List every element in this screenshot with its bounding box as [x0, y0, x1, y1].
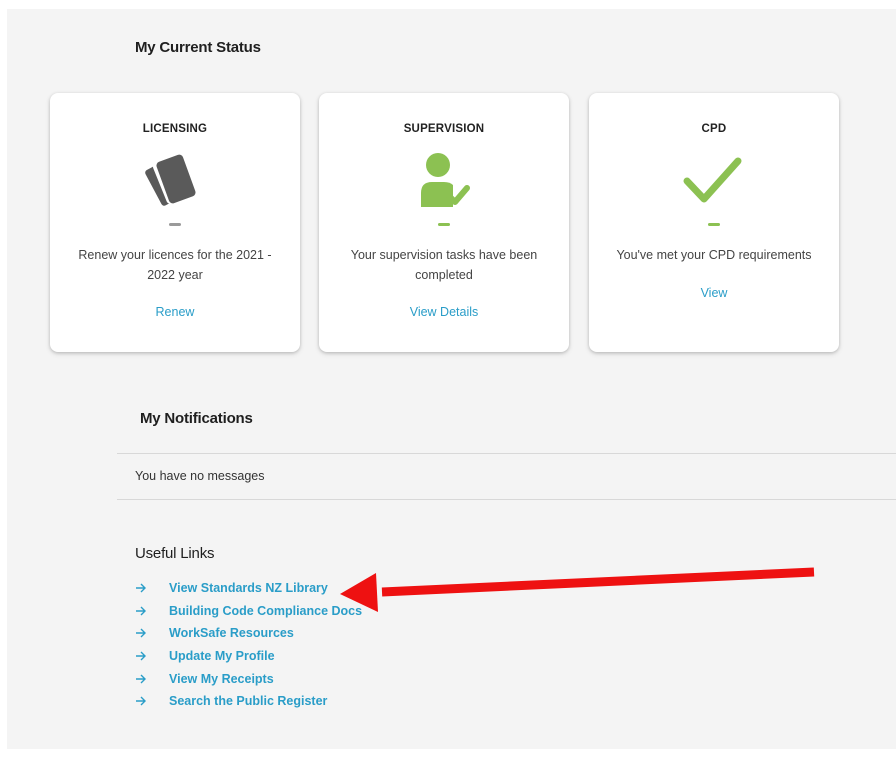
arrow-right-icon: [136, 674, 146, 684]
notifications-title: My Notifications: [140, 410, 253, 427]
useful-links-title: Useful Links: [135, 545, 215, 562]
link-label[interactable]: WorkSafe Resources: [169, 626, 294, 640]
card-text: You've met your CPD requirements: [616, 248, 812, 262]
link-label[interactable]: Building Code Compliance Docs: [169, 604, 362, 618]
card-title: SUPERVISION: [403, 123, 485, 135]
link-label[interactable]: View Standards NZ Library: [169, 581, 328, 595]
link-label[interactable]: Update My Profile: [169, 649, 275, 663]
arrow-right-icon: [136, 696, 146, 706]
status-dash: [438, 223, 450, 226]
cpd-card: CPD You've met your CPD requirements Vie…: [589, 93, 839, 352]
useful-link-profile[interactable]: Update My Profile: [135, 645, 362, 668]
link-label[interactable]: View My Receipts: [169, 672, 274, 686]
no-messages-text: You have no messages: [135, 469, 265, 483]
useful-link-receipts[interactable]: View My Receipts: [135, 667, 362, 690]
card-text: Your supervision tasks have been complet…: [350, 248, 538, 282]
supervision-card: SUPERVISION Your supervision tasks have …: [319, 93, 569, 352]
renew-link[interactable]: Renew: [50, 305, 300, 319]
divider: [117, 453, 896, 454]
card-text: Renew your licences for the 2021 - 2022 …: [78, 248, 272, 282]
arrow-right-icon: [136, 583, 146, 593]
arrow-right-icon: [136, 606, 146, 616]
useful-link-building-code[interactable]: Building Code Compliance Docs: [135, 600, 362, 623]
view-cpd-link[interactable]: View: [589, 286, 839, 300]
license-cards-icon: [135, 151, 215, 215]
card-title: CPD: [701, 123, 727, 135]
view-details-link[interactable]: View Details: [319, 305, 569, 319]
arrow-right-icon: [136, 651, 146, 661]
licensing-card: LICENSING Renew your licences for the 20…: [50, 93, 300, 352]
useful-link-standards[interactable]: View Standards NZ Library: [135, 577, 362, 600]
link-label[interactable]: Search the Public Register: [169, 694, 327, 708]
useful-link-worksafe[interactable]: WorkSafe Resources: [135, 622, 362, 645]
arrow-right-icon: [136, 628, 146, 638]
status-dash: [169, 223, 181, 226]
useful-links-list: View Standards NZ Library Building Code …: [135, 577, 362, 713]
current-status-title: My Current Status: [135, 39, 261, 56]
useful-link-public-register[interactable]: Search the Public Register: [135, 690, 362, 713]
card-title: LICENSING: [142, 123, 208, 135]
checkmark-icon: [674, 151, 754, 215]
person-check-icon: [404, 151, 484, 215]
divider: [117, 499, 896, 500]
status-dash: [708, 223, 720, 226]
